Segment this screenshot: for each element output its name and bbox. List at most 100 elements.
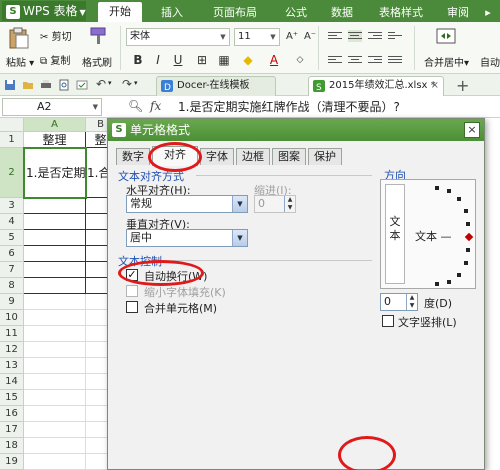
folder-icon[interactable] [22,79,34,91]
select-all-corner[interactable] [0,118,24,132]
close-icon[interactable]: × [431,77,439,95]
merge-center-button[interactable]: 合并居中▾ [424,54,469,69]
tab-pattern[interactable]: 图案 [272,148,306,165]
tab-number[interactable]: 数字 [116,148,150,165]
merge-cells-checkbox[interactable] [126,301,138,313]
font-color-icon[interactable]: A [266,52,282,68]
row-header-8[interactable]: 8 [0,278,24,294]
borders-icon[interactable]: ⊞ [194,52,210,68]
row-header-19[interactable]: 19 [0,454,24,470]
indent-spinner[interactable]: 0 ▲ ▼ [254,195,296,213]
format-painter-button[interactable]: 格式刷 [82,54,112,69]
align-middle-icon[interactable] [348,30,362,42]
table-cell[interactable] [24,230,86,246]
dialog-title-bar[interactable]: S 单元格格式 × [108,119,484,141]
fx-icon[interactable]: fx [150,99,161,113]
justify-icon[interactable] [388,54,402,66]
menu-tab-formulas[interactable]: 公式 [276,4,316,22]
row-header-1[interactable]: 1 [0,132,24,148]
vertical-align-select[interactable]: 居中 ▼ [126,229,248,247]
name-box[interactable]: A2 ▼ [2,98,102,116]
shrink-to-fit-checkbox[interactable] [126,285,138,297]
row-header-10[interactable]: 10 [0,310,24,326]
row-header-15[interactable]: 15 [0,390,24,406]
autowrap-button[interactable]: 自动 [480,54,500,69]
chevron-down-icon[interactable]: ▾ [108,79,120,91]
tab-font[interactable]: 字体 [200,148,234,165]
grow-font-icon[interactable]: A⁺ [284,29,300,45]
menu-tab-home[interactable]: 开始 [98,2,142,22]
print-icon[interactable] [40,79,52,91]
table-cell[interactable] [24,262,86,278]
undo-icon[interactable]: ↶ [96,77,108,91]
align-top-icon[interactable] [328,30,342,42]
chevron-down-icon[interactable]: ▾ [134,79,146,91]
column-header-a[interactable]: A [24,118,86,132]
table-cell[interactable] [24,246,86,262]
copy-button[interactable]: ⧉ 复制 [40,52,70,67]
fill-color-icon[interactable]: ◆ [240,52,256,68]
cell-a1[interactable]: 整理 [24,132,86,148]
dial-handle[interactable] [464,232,474,242]
menu-tab-insert[interactable]: 插入 [152,4,192,22]
row-header-18[interactable]: 18 [0,438,24,454]
tab-docer-templates[interactable]: D Docer-在线模板 [156,76,276,96]
format-painter-icon[interactable] [88,26,108,46]
menu-tab-review[interactable]: 审阅 [438,4,478,22]
row-header-13[interactable]: 13 [0,358,24,374]
row-header-11[interactable]: 11 [0,326,24,342]
menu-more-icon[interactable]: ▸ [480,4,496,22]
row-header-17[interactable]: 17 [0,422,24,438]
close-icon[interactable]: × [464,122,480,138]
save-icon[interactable] [4,79,16,91]
row-header-9[interactable]: 9 [0,294,24,310]
italic-button[interactable]: I [150,52,166,68]
empty-grid-area[interactable] [24,294,86,470]
zoom-search-icon[interactable]: 🔍︎ [128,99,143,113]
formula-input[interactable]: 1.是否定期实施红牌作战（清理不要品）? [178,98,496,116]
clear-format-icon[interactable]: ◇ [292,52,308,68]
print-preview-icon[interactable] [58,79,70,91]
row-header-7[interactable]: 7 [0,262,24,278]
menu-tab-data[interactable]: 数据 [322,4,362,22]
align-left-icon[interactable] [328,54,342,66]
tab-protection[interactable]: 保护 [308,148,342,165]
vertical-layout-checkbox[interactable] [382,315,394,327]
row-header-2[interactable]: 2 [0,148,24,198]
horizontal-align-select[interactable]: 常规 ▼ [126,195,248,213]
vertical-layout-label[interactable]: 文字竖排(L) [398,314,457,330]
vertical-text-button[interactable]: 文本 [385,184,405,284]
merge-cells-label[interactable]: 合并单元格(M) [144,300,217,316]
row-header-14[interactable]: 14 [0,374,24,390]
align-center-icon[interactable] [348,54,362,66]
row-header-6[interactable]: 6 [0,246,24,262]
orientation-icon[interactable] [388,30,402,42]
paste-button[interactable]: 粘贴 ▾ [6,54,34,69]
bold-button[interactable]: B [130,52,146,68]
table-cell[interactable] [24,198,86,214]
shrink-font-icon[interactable]: A⁻ [302,29,318,45]
menu-tab-page-layout[interactable]: 页面布局 [202,4,268,22]
row-header-3[interactable]: 3 [0,198,24,214]
redo-icon[interactable]: ↷ [122,77,134,91]
row-header-12[interactable]: 12 [0,342,24,358]
menu-tab-table-style[interactable]: 表格样式 [368,4,434,22]
row-header-16[interactable]: 16 [0,406,24,422]
merge-center-icon[interactable] [436,26,456,46]
paste-icon[interactable] [8,26,30,50]
row-header-5[interactable]: 5 [0,230,24,246]
tab-border[interactable]: 边框 [236,148,270,165]
row-header-4[interactable]: 4 [0,214,24,230]
tab-active-workbook[interactable]: S 2015年绩效汇总.xlsx * × [308,76,444,96]
add-tab-button[interactable]: + [456,76,469,95]
cut-button[interactable]: ✂ 剪切 [40,28,72,43]
table-cell[interactable] [24,278,86,294]
merge-cells-icon[interactable]: ▦ [216,52,232,68]
degrees-spinner[interactable]: 0 ▲ ▼ [380,293,418,311]
spellcheck-icon[interactable] [76,79,88,91]
table-cell[interactable] [24,214,86,230]
orientation-panel[interactable]: 文本 文本 — [380,179,476,289]
align-bottom-icon[interactable] [368,30,382,42]
underline-button[interactable]: U [170,52,186,68]
font-name-select[interactable]: 宋体 ▼ [126,28,230,46]
